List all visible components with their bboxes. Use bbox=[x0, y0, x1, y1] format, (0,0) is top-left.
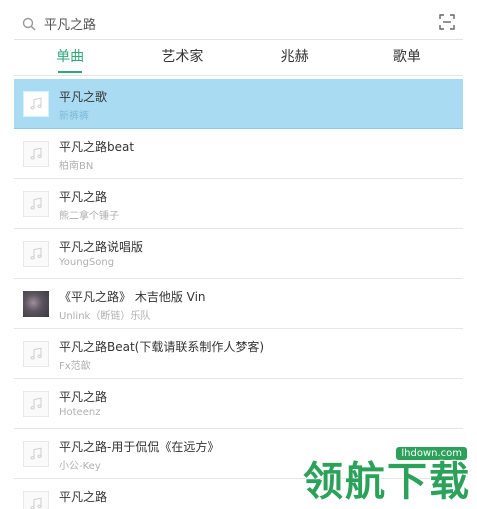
search-bar bbox=[14, 8, 463, 40]
music-note-icon bbox=[23, 191, 49, 217]
search-icon bbox=[18, 13, 40, 35]
music-note-icon bbox=[23, 341, 49, 367]
song-title: 平凡之路beat bbox=[59, 140, 135, 154]
song-row[interactable]: 平凡之路 熊二拿个锤子 bbox=[14, 179, 463, 229]
song-artist: Unlink（断链）乐队 bbox=[59, 311, 151, 322]
song-title: 平凡之路-用于侃侃《在远方》 bbox=[59, 440, 220, 454]
song-title: 《平凡之路》 木吉他版 Vin bbox=[59, 290, 206, 304]
search-input[interactable] bbox=[44, 11, 424, 36]
music-note-icon bbox=[23, 141, 49, 167]
song-artist: Hoteenz bbox=[59, 407, 101, 418]
tab-single[interactable]: 单曲 bbox=[14, 42, 126, 75]
song-row[interactable]: 平凡之路beat 柏南BN bbox=[14, 129, 463, 179]
song-title: 平凡之路 bbox=[59, 390, 108, 404]
song-artist: Fx范歆 bbox=[59, 361, 91, 372]
tab-artist[interactable]: 艺术家 bbox=[126, 42, 238, 75]
song-row[interactable]: 平凡之路Beat(下载请联系制作人梦客) Fx范歆 bbox=[14, 329, 463, 379]
song-artist: 熊二拿个锤子 bbox=[59, 211, 119, 222]
song-title: 平凡之路说唱版 bbox=[59, 240, 144, 254]
song-row[interactable]: 平凡之路说唱版 YoungSong bbox=[14, 229, 463, 279]
tab-radio[interactable]: 兆赫 bbox=[239, 42, 351, 75]
song-title: 平凡之路Beat(下载请联系制作人梦客) bbox=[59, 340, 265, 354]
song-title: 平凡之路 bbox=[59, 490, 108, 504]
music-note-icon bbox=[23, 441, 49, 467]
watermark-logo: lhdown.com 领航下载 bbox=[283, 447, 473, 505]
song-row[interactable]: 平凡之歌 新裤裤 bbox=[14, 79, 463, 129]
song-artist: 柏南BN bbox=[59, 161, 94, 172]
music-note-icon bbox=[23, 91, 49, 117]
song-row[interactable]: 《平凡之路》 木吉他版 Vin Unlink（断链）乐队 bbox=[14, 279, 463, 329]
music-note-icon bbox=[23, 241, 49, 267]
tab-playlist[interactable]: 歌单 bbox=[351, 42, 463, 75]
scan-icon[interactable] bbox=[439, 14, 459, 34]
tab-bar: 单曲 艺术家 兆赫 歌单 bbox=[14, 42, 463, 76]
song-list: 平凡之歌 新裤裤 平凡之路beat 柏南BN 平凡之路 熊二拿个锤子 平凡之路说… bbox=[14, 79, 463, 509]
album-art bbox=[23, 291, 49, 317]
music-note-icon bbox=[23, 491, 49, 509]
music-note-icon bbox=[23, 391, 49, 417]
watermark-text: 领航下载 bbox=[303, 459, 471, 505]
song-title: 平凡之歌 bbox=[59, 90, 108, 104]
song-artist: YoungSong bbox=[59, 257, 115, 268]
song-title: 平凡之路 bbox=[59, 190, 108, 204]
song-artist: 新裤裤 bbox=[59, 111, 89, 122]
song-row[interactable]: 平凡之路 Hoteenz bbox=[14, 379, 463, 429]
song-artist: 小公-Key bbox=[59, 461, 101, 472]
